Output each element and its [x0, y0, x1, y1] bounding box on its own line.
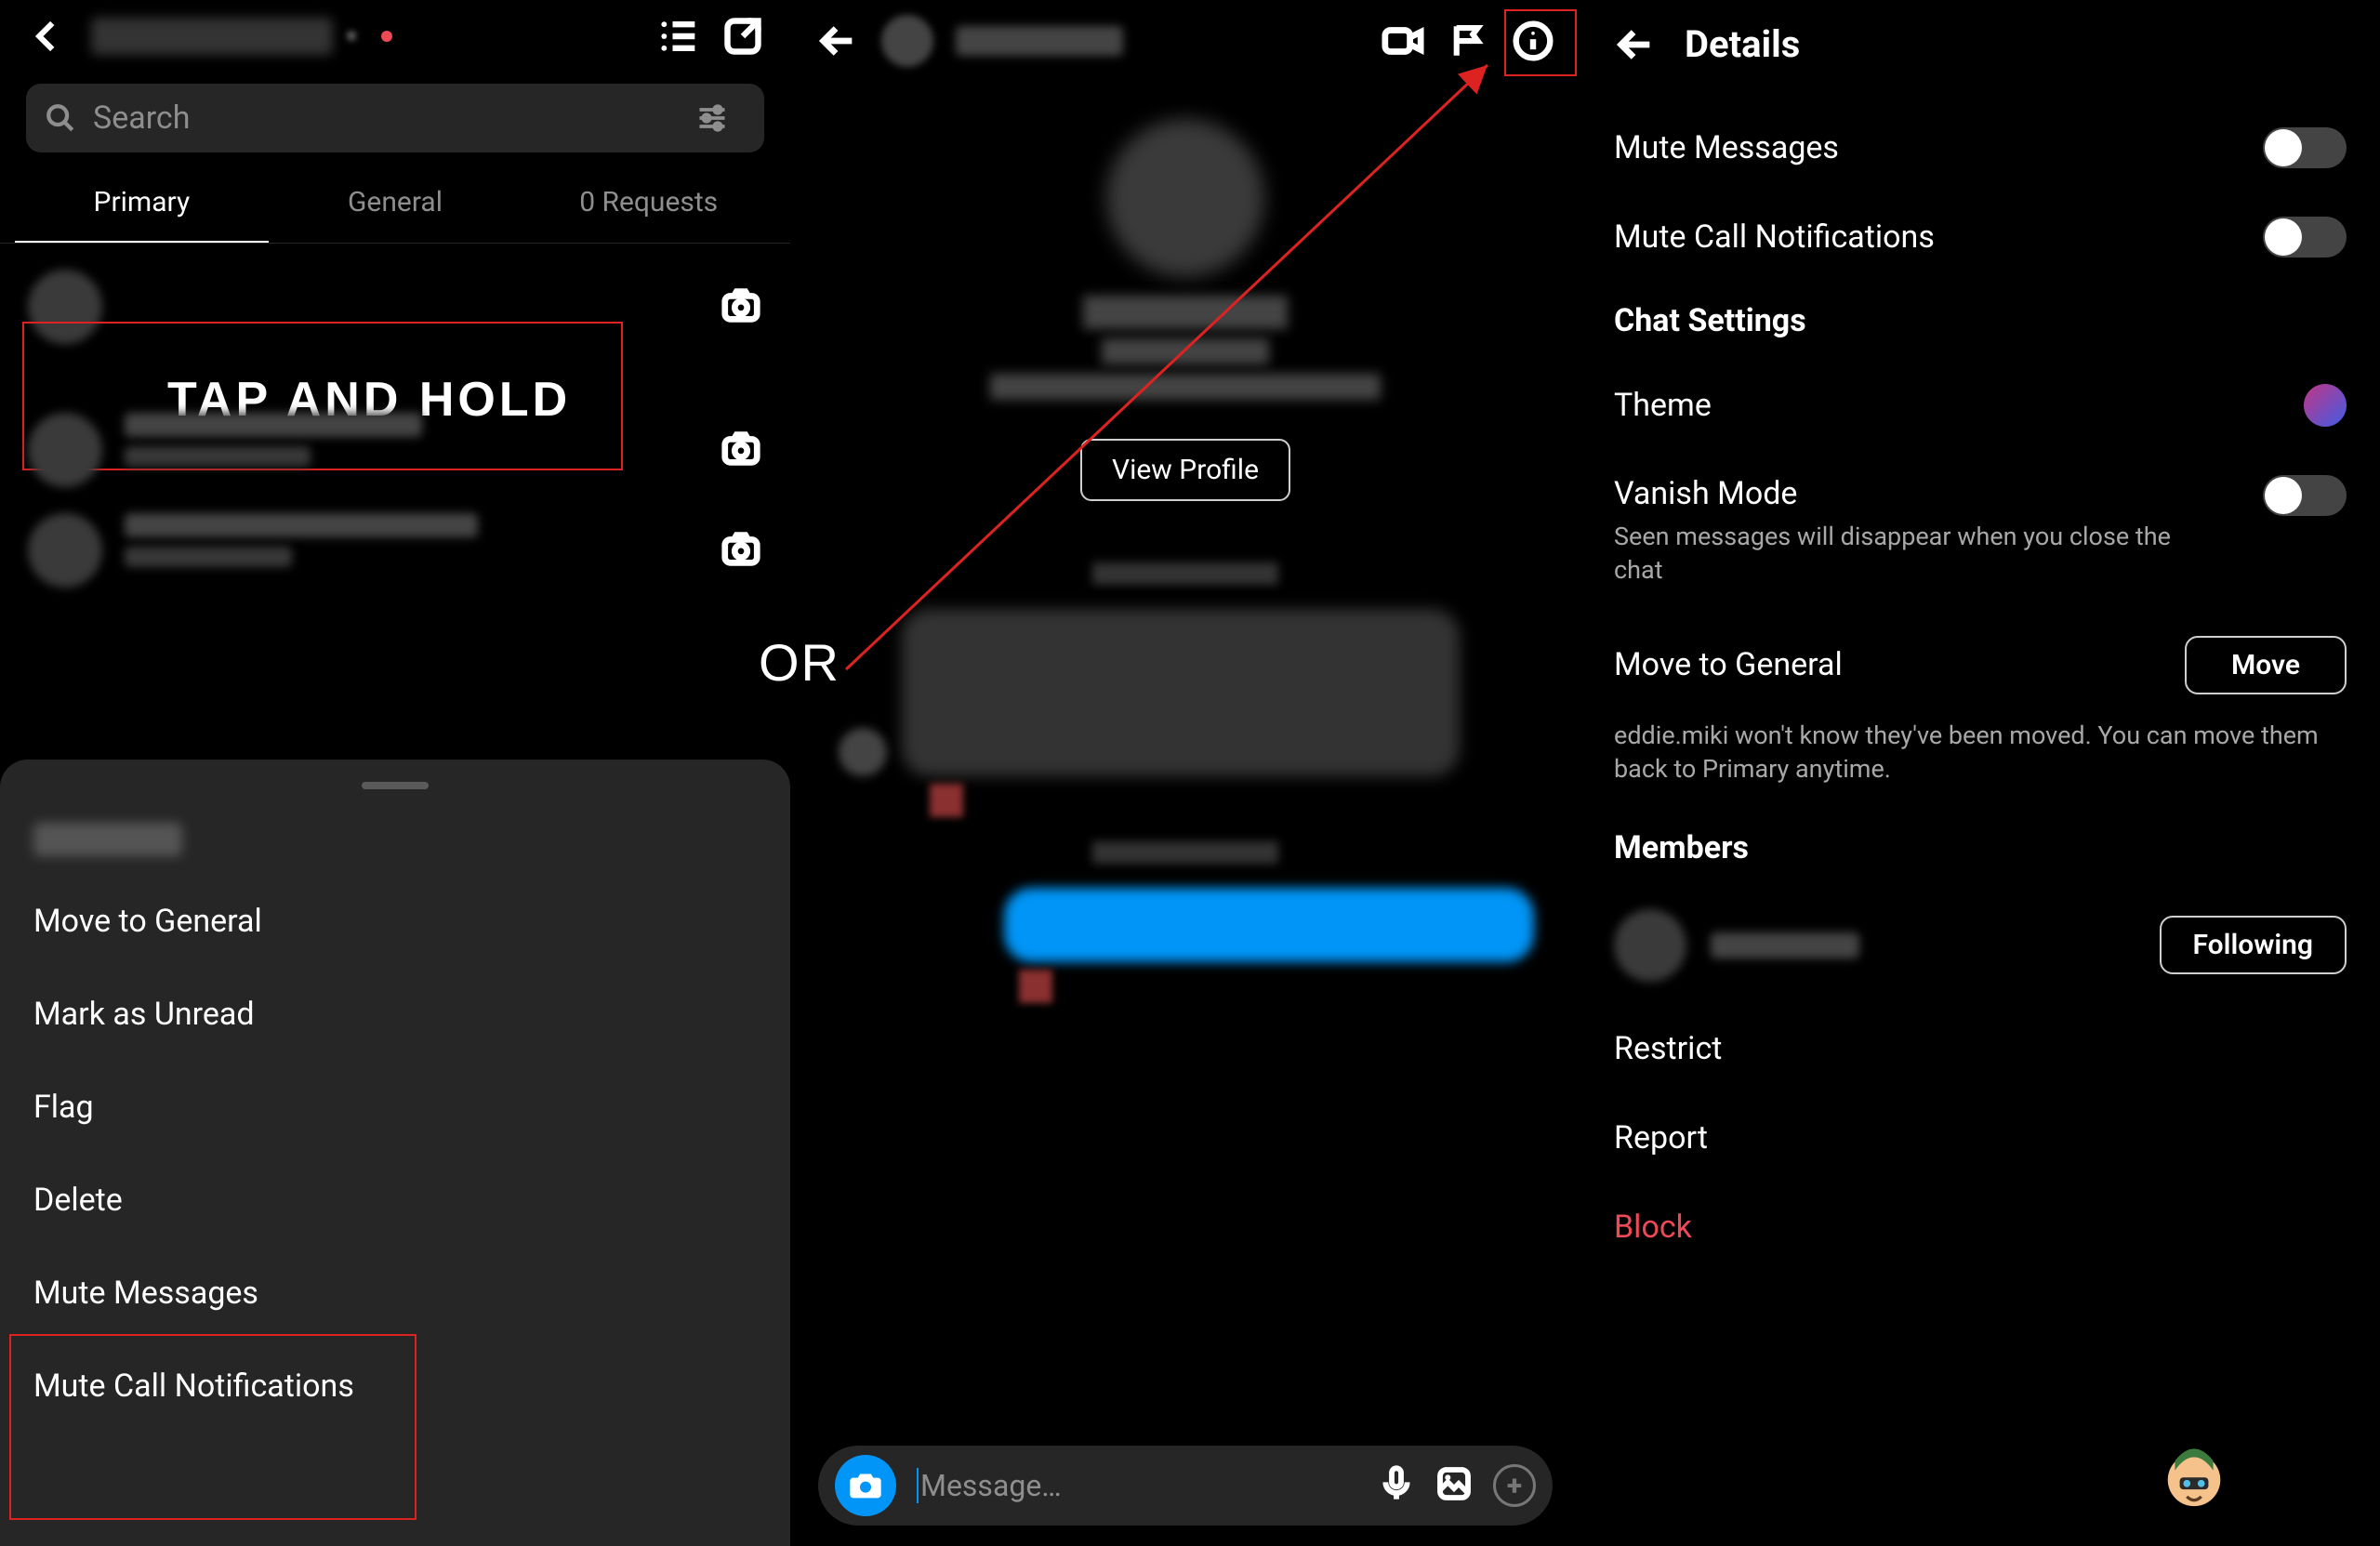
tab-primary[interactable]: Primary [15, 164, 269, 243]
members-head: Members [1614, 809, 2347, 887]
mute-calls-label: Mute Call Notifications [1614, 218, 1935, 256]
camera-icon[interactable] [720, 284, 762, 330]
sticker-icon[interactable]: + [1493, 1464, 1536, 1507]
outgoing-message[interactable] [1004, 888, 1534, 962]
account-switcher[interactable] [91, 18, 333, 55]
search-input[interactable]: Search [26, 84, 764, 152]
incoming-message[interactable] [902, 609, 1460, 776]
filter-icon[interactable] [695, 101, 729, 135]
chevron-down-icon: ▾ [348, 27, 366, 46]
or-label: OR [759, 632, 840, 693]
chat-avatar[interactable] [881, 15, 933, 67]
inbox-tabs: Primary General 0 Requests [0, 164, 790, 244]
profile-username [1102, 338, 1269, 364]
flag-icon[interactable] [1447, 20, 1489, 62]
message-input[interactable]: Message… [917, 1468, 1357, 1503]
move-button[interactable]: Move [2185, 636, 2347, 694]
block-item[interactable]: Block [1614, 1183, 2347, 1272]
details-title: Details [1685, 22, 1800, 66]
profile-stats [990, 374, 1381, 400]
member-row[interactable]: Following [1614, 887, 2347, 1004]
theme-row[interactable]: Theme [1614, 360, 2347, 451]
restrict-item[interactable]: Restrict [1614, 1004, 2347, 1093]
voice-clip-icon[interactable] [1378, 1465, 1415, 1506]
search-placeholder: Search [93, 99, 695, 137]
timestamp [1092, 562, 1278, 585]
camera-icon[interactable] [720, 527, 762, 574]
avatar [1614, 909, 1686, 982]
mute-calls-row: Mute Call Notifications [1614, 192, 2347, 282]
compose-icon[interactable] [721, 15, 764, 58]
vanish-sub: Seen messages will disappear when you cl… [1614, 520, 2209, 588]
sheet-mark-unread[interactable]: Mark as Unread [0, 968, 790, 1061]
mute-messages-row: Mute Messages [1614, 103, 2347, 192]
message-composer: Message… + [818, 1446, 1553, 1526]
sheet-flag[interactable]: Flag [0, 1061, 790, 1154]
move-sub: eddie.miki won't know they've been moved… [1614, 719, 2320, 809]
unread-dot [381, 31, 392, 42]
video-call-icon[interactable] [1382, 20, 1424, 62]
conversation-row[interactable] [0, 400, 790, 500]
sheet-grabber[interactable] [362, 782, 429, 789]
tab-general[interactable]: General [269, 164, 522, 243]
vanish-mode-toggle[interactable] [2263, 475, 2347, 516]
camera-icon[interactable] [720, 427, 762, 473]
conversation-row[interactable] [0, 500, 790, 601]
avatar [28, 513, 102, 588]
theme-indicator [2304, 384, 2347, 427]
timestamp [1092, 841, 1278, 864]
back-icon[interactable] [26, 15, 69, 58]
view-profile-button[interactable]: View Profile [1080, 439, 1290, 501]
profile-name [1083, 296, 1288, 329]
back-icon[interactable] [816, 20, 859, 62]
vanish-mode-row: Vanish Mode Seen messages will disappear… [1614, 451, 2347, 612]
appuals-mascot [2157, 1434, 2231, 1518]
avatar [28, 413, 102, 487]
tab-requests[interactable]: 0 Requests [522, 164, 775, 243]
sheet-mute-calls[interactable]: Mute Call Notifications [0, 1340, 790, 1433]
avatar [839, 728, 887, 776]
gallery-icon[interactable] [1435, 1465, 1473, 1506]
mute-calls-toggle[interactable] [2263, 217, 2347, 258]
avatar [28, 270, 102, 344]
sheet-mute-messages[interactable]: Mute Messages [0, 1247, 790, 1340]
sheet-delete[interactable]: Delete [0, 1154, 790, 1247]
chat-list-icon[interactable] [656, 15, 699, 58]
profile-avatar-large [1106, 119, 1264, 277]
following-button[interactable]: Following [2160, 916, 2347, 974]
report-item[interactable]: Report [1614, 1093, 2347, 1183]
mute-messages-label: Mute Messages [1614, 129, 1839, 166]
sheet-move-general[interactable]: Move to General [0, 875, 790, 968]
conversation-row[interactable] [0, 257, 790, 357]
chat-settings-head: Chat Settings [1614, 282, 2347, 360]
action-sheet: Move to General Mark as Unread Flag Dele… [0, 760, 790, 1546]
mute-messages-toggle[interactable] [2263, 127, 2347, 168]
move-general-row: Move to General Move [1614, 612, 2347, 719]
camera-button[interactable] [835, 1455, 896, 1516]
info-icon[interactable] [1512, 20, 1554, 62]
back-icon[interactable] [1614, 23, 1657, 66]
